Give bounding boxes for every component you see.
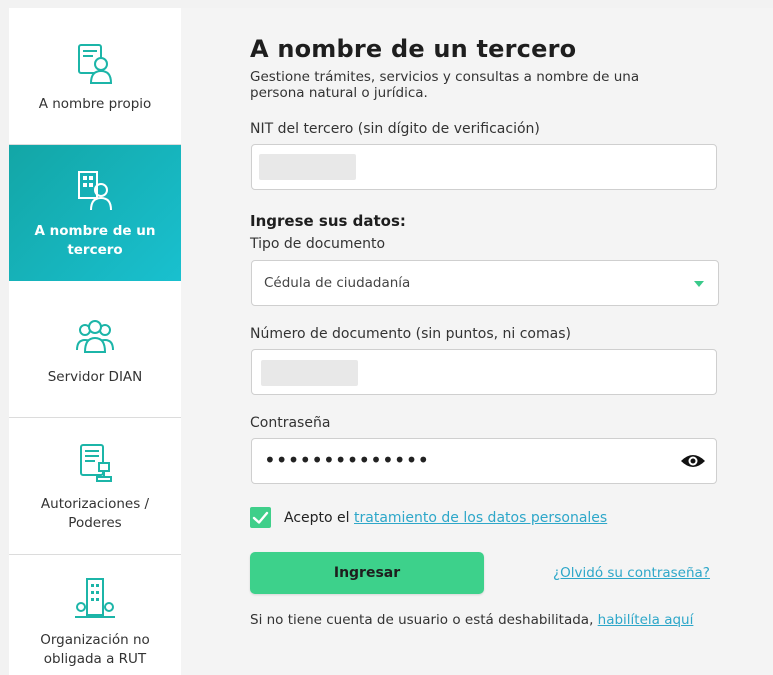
doc-number-field[interactable]	[251, 349, 717, 395]
password-field[interactable]: ••••••••••••••	[251, 438, 717, 484]
section-heading: Ingrese sus datos:	[250, 212, 406, 230]
page-subtitle: Gestione trámites, servicios y consultas…	[250, 69, 640, 101]
sidebar-item-label: A nombre propio	[38, 95, 152, 112]
page-title: A nombre de un tercero	[250, 35, 577, 63]
sidebar-item-label: Organización no obligada a RUT	[40, 632, 150, 667]
sidebar-nav: A nombre propio A nombre de un tercero S…	[9, 8, 195, 675]
enable-account-link[interactable]: habilítela aquí	[598, 612, 694, 628]
doc-type-select[interactable]: Cédula de ciudadanía	[251, 260, 719, 306]
doc-number-label: Número de documento (sin puntos, ni coma…	[250, 326, 571, 342]
submit-button[interactable]: Ingresar	[250, 552, 484, 594]
check-icon	[252, 511, 269, 524]
sidebar-item-label: Autorizaciones / Poderes	[40, 496, 150, 531]
footer-text: Si no tiene cuenta de usuario o está des…	[250, 612, 598, 628]
terms-checkbox[interactable]	[250, 507, 271, 528]
password-value: ••••••••••••••	[264, 448, 430, 472]
terms-label: Acepto el tratamiento de los datos perso…	[284, 510, 607, 526]
document-stamp-icon	[80, 444, 112, 482]
sidebar-item-organizacion-no-obligada[interactable]: Organización no obligada a RUT	[9, 555, 181, 675]
person-building-icon	[78, 171, 112, 211]
terms-link[interactable]: tratamiento de los datos personales	[354, 510, 607, 526]
doc-type-label: Tipo de documento	[250, 236, 386, 252]
sidebar-item-label: Servidor DIAN	[47, 368, 143, 385]
person-document-icon	[78, 43, 113, 84]
doc-type-value: Cédula de ciudadanía	[264, 275, 411, 291]
eye-icon[interactable]	[680, 452, 706, 470]
sidebar-item-servidor-dian[interactable]: Servidor DIAN	[9, 281, 181, 418]
login-form-panel: A nombre de un tercero Gestione trámites…	[181, 8, 773, 675]
password-label: Contraseña	[250, 415, 331, 431]
nit-field[interactable]	[251, 144, 717, 190]
nit-input[interactable]	[252, 145, 716, 189]
nit-label: NIT del tercero (sin dígito de verificac…	[250, 121, 540, 137]
sidebar-item-a-nombre-de-un-tercero[interactable]: A nombre de un tercero	[9, 145, 195, 281]
sidebar-item-label: A nombre de un tercero	[34, 223, 156, 258]
sidebar-item-a-nombre-propio[interactable]: A nombre propio	[9, 8, 181, 145]
forgot-password-link[interactable]: ¿Olvidó su contraseña?	[553, 565, 710, 581]
group-people-icon	[76, 319, 114, 353]
doc-number-input[interactable]	[252, 350, 716, 394]
terms-prefix: Acepto el	[284, 510, 354, 526]
building-icon	[75, 578, 115, 618]
chevron-down-icon	[694, 281, 704, 287]
sidebar-item-autorizaciones-poderes[interactable]: Autorizaciones / Poderes	[9, 418, 181, 555]
footer-note: Si no tiene cuenta de usuario o está des…	[250, 612, 693, 628]
